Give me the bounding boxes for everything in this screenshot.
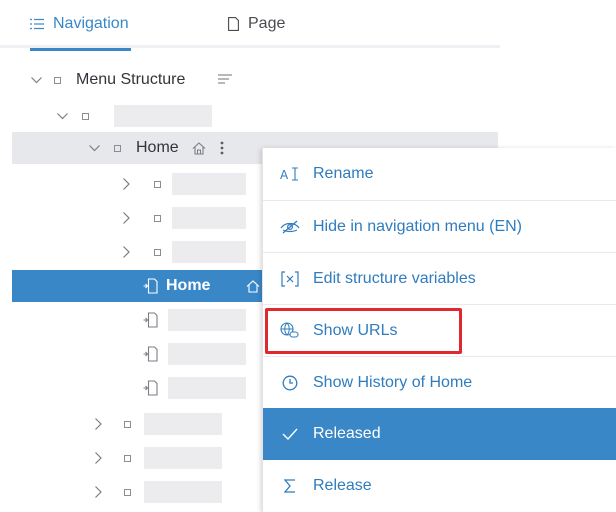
redacted-label — [172, 173, 246, 195]
check-icon — [279, 428, 301, 440]
tab-navigation-label: Navigation — [53, 15, 129, 32]
node-icon — [54, 76, 61, 84]
chevron-right-icon[interactable] — [92, 452, 104, 464]
chevron-right-icon[interactable] — [120, 212, 132, 224]
svg-text:A: A — [280, 168, 289, 181]
node-icon — [124, 454, 131, 462]
chevron-down-icon[interactable] — [30, 74, 42, 86]
tree-root-label: Menu Structure — [76, 71, 186, 88]
node-icon — [154, 248, 161, 256]
tree-root-row[interactable]: Menu Structure — [12, 64, 498, 96]
node-icon — [124, 488, 131, 496]
home-icon — [192, 141, 206, 155]
tab-page-label: Page — [248, 15, 286, 32]
node-icon — [82, 112, 89, 120]
redacted-label — [144, 447, 222, 469]
tab-page[interactable]: Page — [228, 0, 285, 48]
tree-row[interactable] — [12, 100, 498, 132]
tree-home-label: Home — [136, 139, 179, 156]
redacted-label — [114, 105, 212, 127]
rename-icon: A — [279, 167, 301, 181]
sigma-icon — [279, 479, 301, 493]
redacted-label — [144, 413, 222, 435]
home-icon — [246, 279, 260, 293]
page-link-icon — [143, 380, 159, 401]
redacted-label — [168, 309, 246, 331]
menu-item-label: Released — [313, 425, 381, 442]
node-icon — [114, 144, 121, 152]
chevron-right-icon[interactable] — [120, 246, 132, 258]
clock-icon — [279, 375, 301, 391]
page-link-icon — [143, 312, 159, 333]
node-icon — [154, 180, 161, 188]
redacted-label — [144, 481, 222, 503]
menu-item-rename[interactable]: A Rename — [263, 148, 616, 200]
redacted-label — [172, 207, 246, 229]
menu-item-hide-in-navigation[interactable]: Hide in navigation menu (EN) — [263, 200, 616, 252]
menu-item-release[interactable]: Release — [263, 460, 616, 512]
menu-item-released[interactable]: Released — [263, 408, 616, 460]
redacted-label — [168, 377, 246, 399]
menu-item-label: Show URLs — [313, 321, 398, 339]
eye-off-icon — [279, 220, 301, 234]
menu-item-label: Hide in navigation menu (EN) — [313, 217, 522, 235]
redacted-label — [168, 343, 246, 365]
tree-selected-home-label: Home — [166, 277, 211, 294]
globe-link-icon — [279, 321, 301, 340]
chevron-right-icon[interactable] — [92, 418, 104, 430]
context-menu: A Rename Hide in navigation menu (EN) Ed… — [262, 148, 616, 512]
tab-bar: Navigation Page — [0, 0, 500, 51]
chevron-right-icon[interactable] — [120, 178, 132, 190]
node-icon — [154, 214, 161, 222]
sort-icon[interactable] — [218, 74, 232, 86]
menu-item-show-history[interactable]: Show History of Home — [263, 356, 616, 408]
chevron-right-icon[interactable] — [92, 486, 104, 498]
menu-item-label: Release — [313, 477, 372, 494]
page-icon — [228, 17, 239, 31]
menu-item-edit-structure-variables[interactable]: Edit structure variables — [263, 252, 616, 304]
more-options-icon[interactable] — [220, 141, 224, 155]
tab-navigation[interactable]: Navigation — [30, 0, 131, 51]
menu-item-label: Edit structure variables — [313, 269, 476, 287]
chevron-down-icon[interactable] — [56, 110, 68, 122]
variable-icon — [279, 270, 301, 287]
page-link-icon — [143, 346, 159, 367]
page-link-icon — [143, 278, 159, 299]
menu-item-label: Show History of Home — [313, 373, 473, 391]
list-icon — [30, 18, 44, 30]
menu-item-show-urls[interactable]: Show URLs — [263, 304, 616, 356]
menu-item-label: Rename — [313, 165, 374, 182]
node-icon — [124, 420, 131, 428]
redacted-label — [172, 241, 246, 263]
chevron-down-icon[interactable] — [88, 142, 100, 154]
